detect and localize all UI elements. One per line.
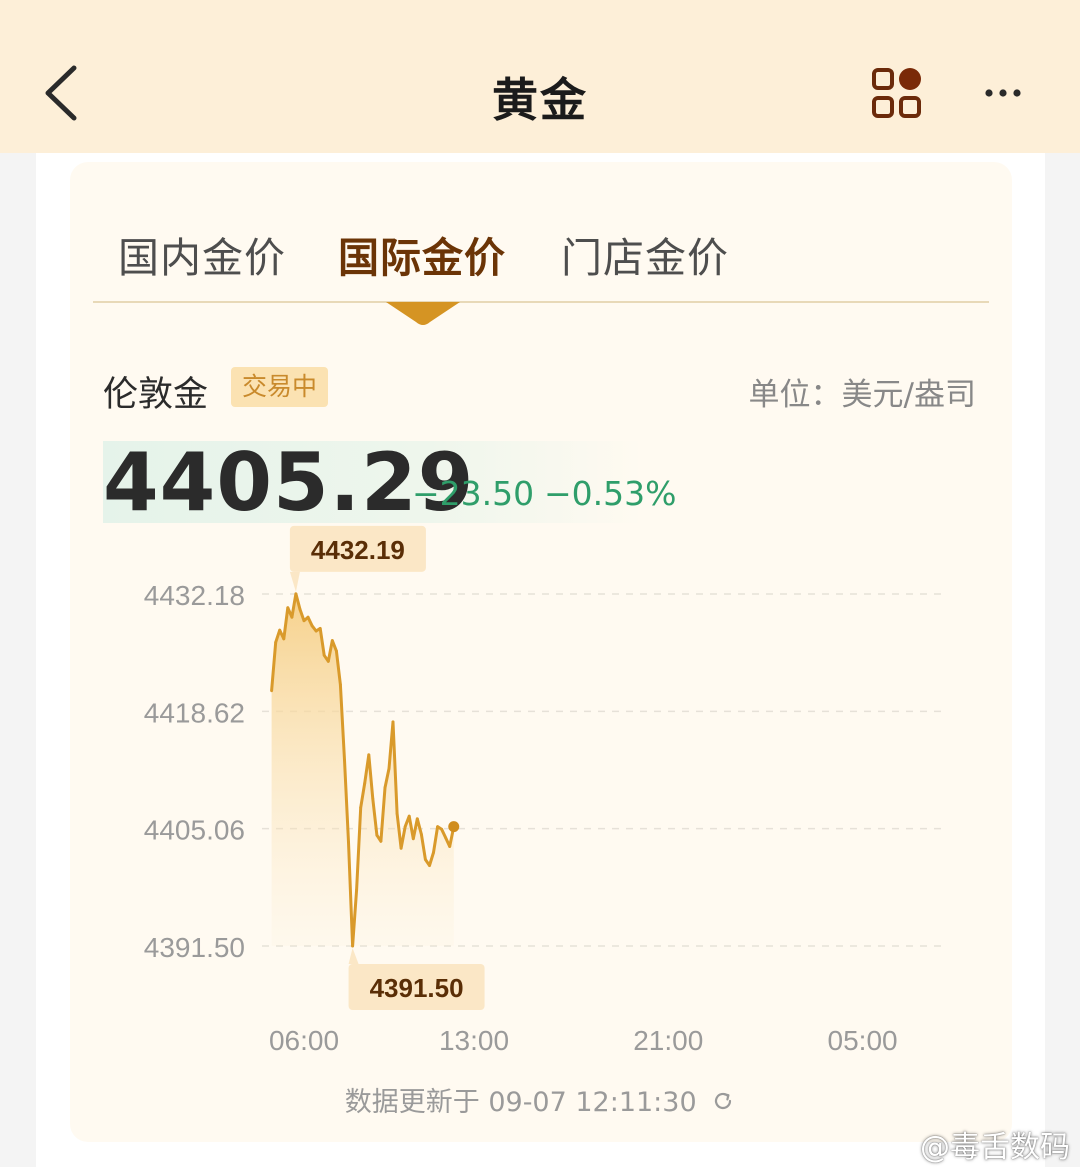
data-point <box>318 627 322 630</box>
data-point <box>290 615 294 619</box>
data-point <box>440 827 444 831</box>
data-point <box>351 944 354 948</box>
data-point <box>375 833 379 837</box>
data-point <box>347 840 350 844</box>
data-point <box>286 606 290 610</box>
data-point <box>436 825 439 828</box>
x-tick-label: 06:00 <box>269 1025 339 1056</box>
data-point <box>391 720 395 724</box>
low-price-label: 4391.50 <box>370 973 464 1003</box>
data-point <box>339 683 342 687</box>
data-point <box>424 858 427 861</box>
update-info: 数据更新于 09-07 12:11:30 <box>0 1080 1080 1119</box>
x-tick-label: 13:00 <box>439 1025 509 1056</box>
data-point <box>383 786 387 790</box>
data-point <box>334 649 338 653</box>
data-point <box>278 628 282 632</box>
price-chart[interactable]: 4432.18 4418.62 4405.06 4391.50 06:00 13:00 21… <box>0 0 1080 1167</box>
data-point <box>444 836 448 840</box>
data-point <box>415 817 419 821</box>
data-point <box>294 592 298 596</box>
y-tick-label: 4391.50 <box>144 932 245 963</box>
data-point <box>367 753 371 757</box>
refresh-icon[interactable] <box>711 1089 735 1113</box>
data-point <box>314 629 318 633</box>
watermark: @毒舌数码 <box>920 1130 1070 1165</box>
data-point <box>411 837 415 841</box>
data-point <box>428 864 431 867</box>
data-point <box>432 851 435 854</box>
data-point <box>355 888 359 892</box>
data-point <box>419 832 423 836</box>
y-tick-label: 4418.62 <box>144 697 245 728</box>
data-point <box>282 637 286 641</box>
data-point <box>387 767 391 771</box>
data-point <box>326 659 330 663</box>
data-point <box>403 825 407 828</box>
data-point <box>379 839 383 843</box>
x-tick-label: 21:00 <box>633 1025 703 1056</box>
area-fill <box>271 593 454 946</box>
data-point <box>395 812 399 816</box>
data-point <box>448 845 452 848</box>
y-tick-label: 4405.06 <box>144 815 245 846</box>
data-point <box>363 781 367 785</box>
data-point <box>302 619 306 623</box>
data-point <box>359 806 363 809</box>
update-time-text: 数据更新于 09-07 12:11:30 <box>344 1087 697 1118</box>
data-point <box>274 640 278 644</box>
data-point <box>371 797 375 801</box>
data-point <box>343 758 346 762</box>
latest-point <box>448 821 460 833</box>
data-point <box>270 689 274 693</box>
x-tick-label: 05:00 <box>828 1025 898 1056</box>
data-point <box>407 814 411 818</box>
data-point <box>399 846 403 850</box>
data-point <box>298 608 302 611</box>
high-price-label: 4432.19 <box>311 535 405 565</box>
data-point <box>306 615 310 619</box>
high-price-pointer <box>289 571 300 592</box>
y-tick-label: 4432.18 <box>144 580 245 611</box>
low-price-pointer <box>348 948 359 964</box>
data-point <box>310 624 314 628</box>
data-point <box>322 653 326 657</box>
data-point <box>330 639 334 642</box>
